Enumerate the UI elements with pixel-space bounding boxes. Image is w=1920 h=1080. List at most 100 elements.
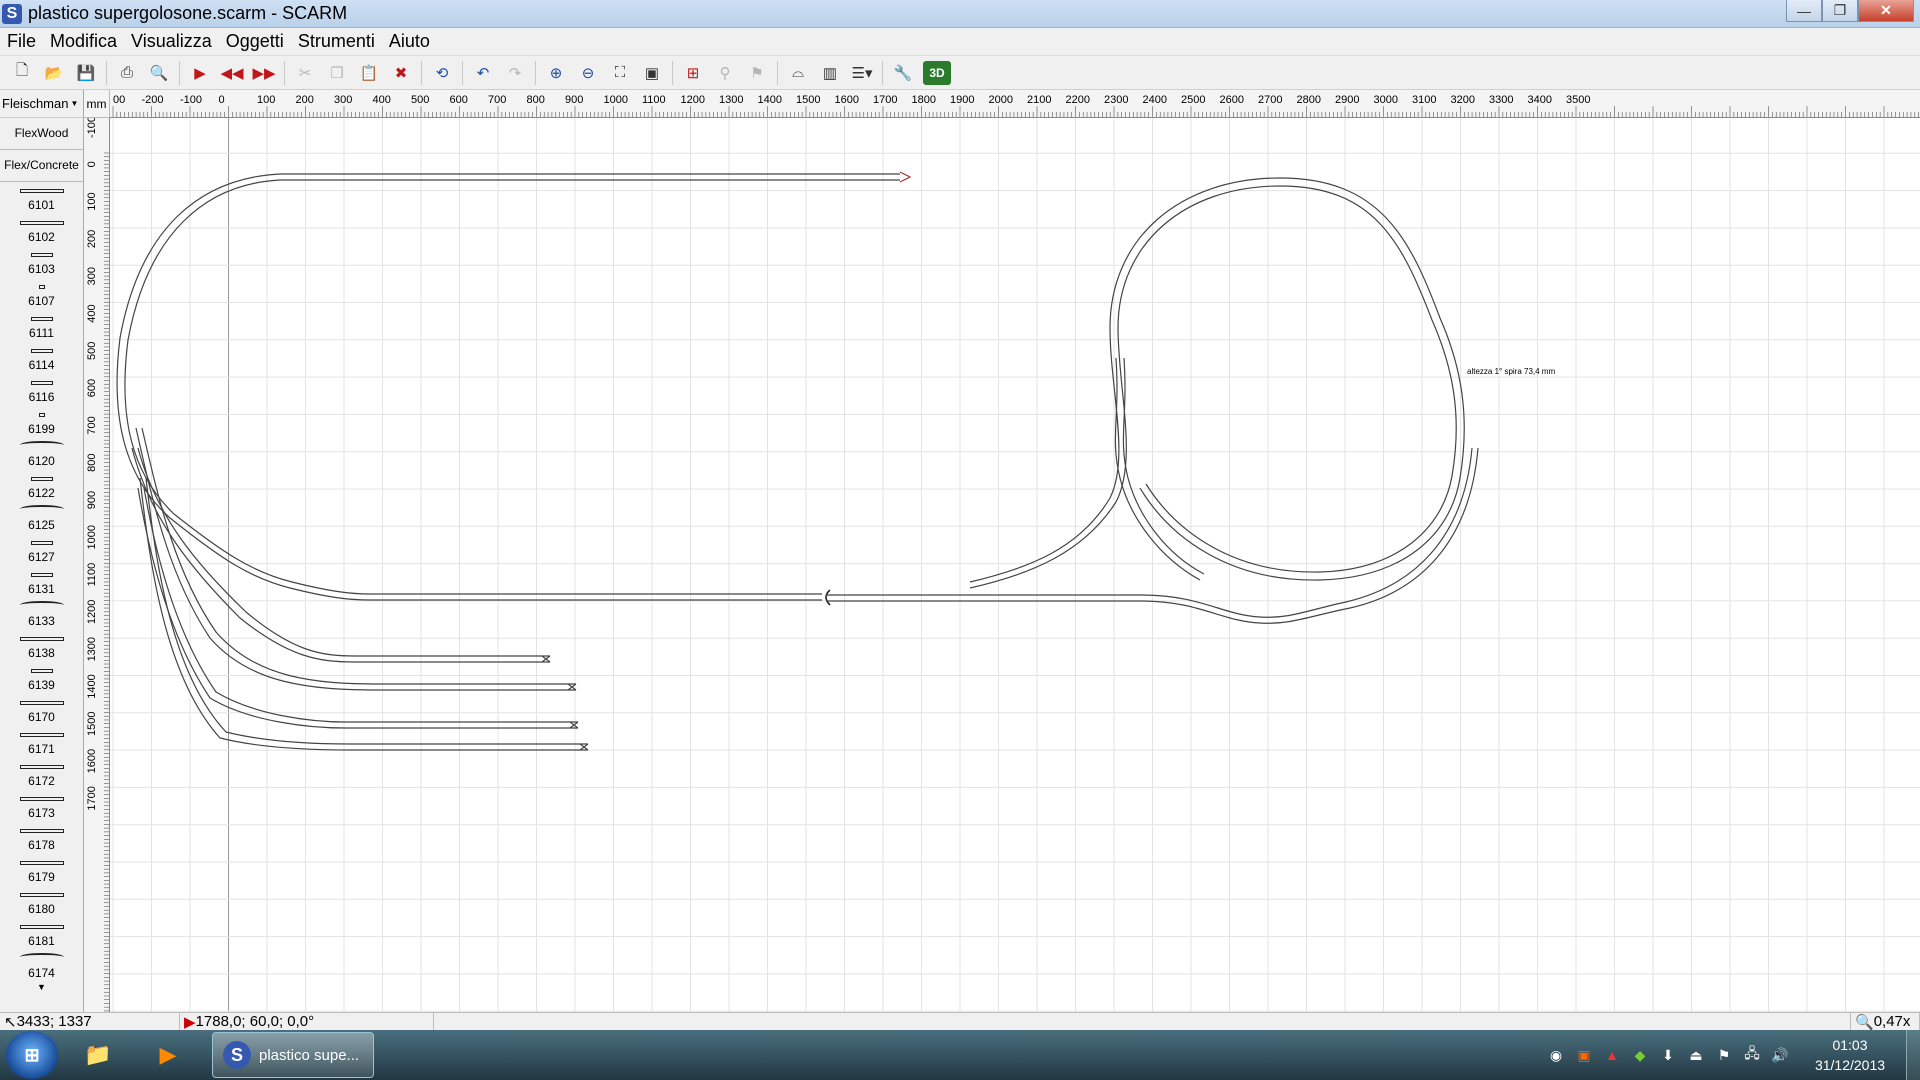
- menu-aiuto[interactable]: Aiuto: [382, 31, 437, 52]
- menu-visualizza[interactable]: Visualizza: [124, 31, 219, 52]
- height-icon[interactable]: ⚑: [745, 61, 769, 85]
- update-tray-icon[interactable]: ⬇: [1657, 1045, 1679, 1065]
- palette-item-6102[interactable]: 6102: [0, 214, 83, 246]
- palette-item-label: 6138: [28, 646, 55, 660]
- palette-item-6101[interactable]: 6101: [0, 182, 83, 214]
- palette-item-6179[interactable]: 6179: [0, 854, 83, 886]
- copy-icon[interactable]: ❐: [325, 61, 349, 85]
- layers-icon[interactable]: ☰▾: [850, 61, 874, 85]
- palette-item-label: 6101: [28, 198, 55, 212]
- palette-item-6178[interactable]: 6178: [0, 822, 83, 854]
- toolbar-separator: [777, 60, 778, 85]
- palette-item-6131[interactable]: 6131: [0, 566, 83, 598]
- palette-items: 6101 6102 6103 6107 6111 6114 6116 6199 6120 6122…: [0, 182, 83, 982]
- clock[interactable]: 01:03 31/12/2013: [1800, 1035, 1900, 1075]
- palette-item-6171[interactable]: 6171: [0, 726, 83, 758]
- h-ruler-label: 3400: [1528, 94, 1552, 106]
- palette-item-6173[interactable]: 6173: [0, 790, 83, 822]
- track-piece-icon: [38, 413, 45, 417]
- chrome-tray-icon[interactable]: ◉: [1545, 1045, 1567, 1065]
- system-tray: ◉ ▣ ▲ ◆ ⬇ ⏏ ⚑ 🖧 🔊 01:03 31/12/2013: [1542, 1030, 1920, 1080]
- h-ruler-label: 1300: [719, 94, 743, 106]
- nvidia-tray-icon[interactable]: ◆: [1629, 1045, 1651, 1065]
- close-button[interactable]: ✕: [1858, 0, 1914, 22]
- media-player-icon[interactable]: ▶: [138, 1032, 198, 1078]
- settings-icon[interactable]: 🔧: [891, 61, 915, 85]
- palette-item-6181[interactable]: 6181: [0, 918, 83, 950]
- taskbar-scarm-button[interactable]: S plastico supe...: [212, 1032, 374, 1078]
- run-icon[interactable]: ▶: [188, 61, 212, 85]
- track-piece-icon: [30, 349, 53, 353]
- usb-tray-icon[interactable]: ⏏: [1685, 1045, 1707, 1065]
- taskbar: ⊞ 📁 ▶ S plastico supe... ◉ ▣ ▲ ◆ ⬇ ⏏ ⚑ 🖧…: [0, 1030, 1920, 1080]
- maximize-button[interactable]: ❐: [1822, 0, 1858, 22]
- palette-item-6172[interactable]: 6172: [0, 758, 83, 790]
- palette-item-6138[interactable]: 6138: [0, 630, 83, 662]
- palette-item-6111[interactable]: 6111: [0, 310, 83, 342]
- palette-category-flexwood[interactable]: FlexWood: [0, 118, 83, 150]
- toolbar-separator: [106, 60, 107, 85]
- save-icon[interactable]: 💾: [74, 61, 98, 85]
- v-ruler-label: 1100: [86, 563, 98, 587]
- delete-icon[interactable]: ✖: [389, 61, 413, 85]
- undo-icon[interactable]: ↶: [471, 61, 495, 85]
- menu-oggetti[interactable]: Oggetti: [219, 31, 291, 52]
- layout-canvas[interactable]: altezza 1° spira 73,4 mm: [110, 118, 1920, 1012]
- palette-item-label: 6107: [28, 294, 55, 308]
- palette-item-6116[interactable]: 6116: [0, 374, 83, 406]
- palette-item-6127[interactable]: 6127: [0, 534, 83, 566]
- step-forward-icon[interactable]: ▶▶: [252, 61, 276, 85]
- title-bar: S plastico supergolosone.scarm - SCARM —…: [0, 0, 1920, 28]
- file-explorer-icon[interactable]: 📁: [68, 1032, 128, 1078]
- menu-modifica[interactable]: Modifica: [43, 31, 124, 52]
- minimize-button[interactable]: —: [1786, 0, 1822, 22]
- palette-item-6107[interactable]: 6107: [0, 278, 83, 310]
- new-file-icon[interactable]: 🗋: [10, 61, 34, 85]
- view-3d-icon[interactable]: 3D: [923, 60, 951, 85]
- palette-item-6180[interactable]: 6180: [0, 886, 83, 918]
- open-folder-icon[interactable]: 📂: [42, 61, 66, 85]
- track-piece-icon: [19, 829, 64, 833]
- zoom-actual-icon[interactable]: ▣: [640, 61, 664, 85]
- scarm-app-icon[interactable]: S: [2, 3, 22, 24]
- palette-item-6125[interactable]: 6125: [0, 502, 83, 534]
- zoom-in-icon[interactable]: ⊕: [544, 61, 568, 85]
- library-select[interactable]: Fleischman ▼: [0, 90, 83, 118]
- h-ruler-label: 200: [296, 94, 314, 106]
- zoom-out-icon[interactable]: ⊖: [576, 61, 600, 85]
- network-icon[interactable]: 🖧: [1741, 1045, 1763, 1065]
- palette-item-6133[interactable]: 6133: [0, 598, 83, 630]
- palette-item-6174[interactable]: 6174: [0, 950, 83, 982]
- palette-item-6199[interactable]: 6199: [0, 406, 83, 438]
- zoom-fit-icon[interactable]: ⛶: [608, 61, 632, 85]
- acrobat-tray-icon[interactable]: ▲: [1601, 1045, 1623, 1065]
- flex-icon[interactable]: ⚲: [713, 61, 737, 85]
- menu-file[interactable]: File: [0, 31, 43, 52]
- tunnel-icon[interactable]: ▥: [818, 61, 842, 85]
- scroll-down-icon[interactable]: ▼: [0, 982, 83, 992]
- start-button[interactable]: ⊞: [6, 1031, 58, 1079]
- selection-info: ▶ 1788,0; 60,0; 0,0°: [180, 1012, 434, 1031]
- menu-strumenti[interactable]: Strumenti: [291, 31, 382, 52]
- palette-item-6103[interactable]: 6103: [0, 246, 83, 278]
- action-center-flag-icon[interactable]: ⚑: [1713, 1045, 1735, 1065]
- print-preview-icon[interactable]: 🔍: [147, 61, 171, 85]
- track-tool-icon[interactable]: ⊞: [681, 61, 705, 85]
- palette-category-flexconcrete[interactable]: Flex/Concrete: [0, 150, 83, 182]
- volume-icon[interactable]: 🔊: [1769, 1045, 1791, 1065]
- palette-item-6122[interactable]: 6122: [0, 470, 83, 502]
- palette-item-6139[interactable]: 6139: [0, 662, 83, 694]
- palette-item-6114[interactable]: 6114: [0, 342, 83, 374]
- redo-icon[interactable]: ↷: [503, 61, 527, 85]
- office-tray-icon[interactable]: ▣: [1573, 1045, 1595, 1065]
- cut-icon[interactable]: ✂: [293, 61, 317, 85]
- bridge-icon[interactable]: ⌓: [786, 61, 810, 85]
- print-icon[interactable]: ⎙: [115, 61, 139, 85]
- rotate-icon[interactable]: ⟲: [430, 61, 454, 85]
- step-back-icon[interactable]: ◀◀: [220, 61, 244, 85]
- show-desktop-button[interactable]: [1906, 1030, 1920, 1080]
- palette-item-6120[interactable]: 6120: [0, 438, 83, 470]
- track-plan[interactable]: altezza 1° spira 73,4 mm: [110, 118, 1920, 1012]
- palette-item-6170[interactable]: 6170: [0, 694, 83, 726]
- paste-icon[interactable]: 📋: [357, 61, 381, 85]
